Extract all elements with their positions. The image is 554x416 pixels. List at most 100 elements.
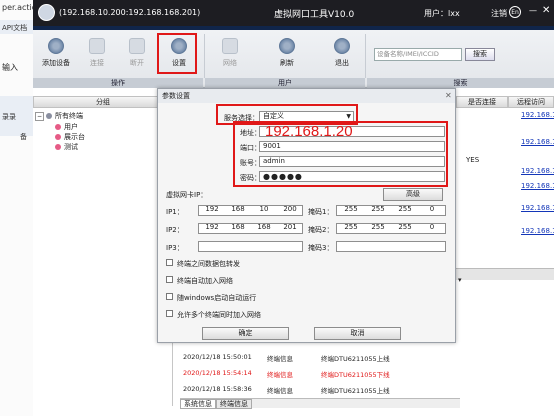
mask3-field[interactable]: [336, 241, 446, 252]
mask2-octet: 255: [371, 223, 385, 231]
ip2-octet: 201: [283, 223, 297, 231]
close-icon[interactable]: ✕: [542, 5, 550, 16]
window-title: (192.168.10.200:192.168.168.201): [59, 8, 201, 17]
disconnect-label: 断开: [130, 59, 144, 67]
log-time: 2020/12/18 15:50:01: [183, 353, 252, 361]
log-time: 2020/12/18 15:54:14: [183, 369, 252, 377]
exit-icon: [334, 38, 350, 54]
forward-label: 终端之间数据包转发: [177, 260, 240, 268]
logout-link[interactable]: 注销: [491, 8, 507, 19]
multi-join-label: 允许多个终端同时加入网络: [177, 311, 261, 319]
col-connect-header[interactable]: 是否连接: [456, 96, 508, 108]
connect-label: 连接: [90, 59, 104, 67]
auto-join-checkbox[interactable]: [166, 276, 173, 283]
collapse-icon[interactable]: −: [35, 112, 45, 121]
mask2-label: 掩码2：: [308, 226, 334, 234]
app-logo-icon: [38, 4, 55, 21]
remote-link[interactable]: 192.168.1: [521, 182, 554, 190]
tree-item[interactable]: 测试: [55, 142, 78, 152]
log-message: 终端DTU6211055上线: [321, 355, 390, 363]
vnic-label: 虚拟网卡IP：: [166, 191, 208, 199]
close-icon[interactable]: ✕: [445, 91, 452, 100]
ip1-octet: 192: [205, 205, 219, 213]
ip2-octet: 192: [205, 223, 219, 231]
tree-root-label: 所有终端: [55, 112, 84, 120]
link-icon: [89, 38, 105, 54]
ip3-label: IP3：: [166, 244, 184, 252]
disconnect-button[interactable]: 断开: [119, 38, 155, 76]
search-button[interactable]: 搜索: [465, 48, 495, 61]
exit-label: 退出: [335, 59, 349, 67]
title-bar: (192.168.10.200:192.168.168.201) 虚拟网口工具V…: [33, 0, 554, 26]
tree-item-label: 测试: [64, 143, 78, 151]
mask3-label: 掩码3：: [308, 244, 334, 252]
ip2-octet: 168: [231, 223, 245, 231]
language-button[interactable]: En: [509, 6, 521, 18]
log-type: 终端信息: [267, 355, 293, 363]
cancel-button[interactable]: 取消: [314, 327, 401, 340]
tab-system-info[interactable]: 系统信息: [180, 399, 216, 409]
remote-link[interactable]: 192.168.1: [521, 227, 554, 235]
add-device-icon: [48, 38, 64, 54]
server-fields-highlight: [233, 121, 448, 187]
autostart-label: 随windows启动自动运行: [177, 294, 257, 302]
group-user-label: 用户: [205, 78, 365, 88]
network-button[interactable]: 网络: [212, 38, 248, 76]
connected-value: YES: [466, 156, 480, 164]
remote-link[interactable]: 192.168.1: [521, 167, 554, 175]
minimize-icon[interactable]: —: [529, 6, 537, 15]
tree-root[interactable]: − 所有终端: [35, 111, 83, 121]
log-message: 终端DTU6211055上线: [321, 387, 390, 395]
group-icon: [55, 144, 61, 150]
toolbar-divider: [204, 34, 205, 78]
refresh-label: 刷新: [280, 59, 294, 67]
user-label: 用户：lxx: [424, 9, 460, 18]
side-fragment: 录录: [2, 113, 16, 121]
table-scrollbar[interactable]: [456, 268, 554, 280]
remote-link[interactable]: 192.168.1: [521, 111, 554, 119]
log-time: 2020/12/18 15:58:36: [183, 385, 252, 393]
ip1-octet: 10: [259, 205, 269, 213]
mask1-octet: 255: [344, 205, 358, 213]
browser-side-strip: per.actio API文档 输入 录录 备: [0, 0, 33, 416]
group-icon: [55, 124, 61, 130]
network-label: 网络: [223, 59, 237, 67]
group-search-label: 搜索: [367, 78, 554, 88]
connect-button[interactable]: 连接: [79, 38, 115, 76]
refresh-button[interactable]: 刷新: [269, 38, 305, 76]
ip1-octet: 200: [283, 205, 297, 213]
auto-join-label: 终端自动加入网络: [177, 277, 233, 285]
tree-header: 分组: [33, 96, 173, 108]
mask2-octet: 255: [398, 223, 412, 231]
remote-link[interactable]: 192.168.1: [521, 204, 554, 212]
log-type: 终端信息: [267, 387, 293, 395]
advanced-button[interactable]: 高级: [383, 188, 443, 201]
ip2-label: IP2：: [166, 226, 184, 234]
mask1-octet: 255: [371, 205, 385, 213]
remote-link[interactable]: 192.168.1: [521, 138, 554, 146]
tree-item[interactable]: 用户: [55, 122, 78, 132]
refresh-icon: [279, 38, 295, 54]
exit-button[interactable]: 退出: [324, 38, 360, 76]
mask2-octet: 0: [429, 223, 435, 231]
url-fragment: per.actio: [2, 3, 33, 12]
ip1-label: IP1：: [166, 208, 184, 216]
ip3-field[interactable]: [198, 241, 303, 252]
multi-join-checkbox[interactable]: [166, 310, 173, 317]
autostart-checkbox[interactable]: [166, 293, 173, 300]
ok-button[interactable]: 确定: [202, 327, 289, 340]
log-type: 终端信息: [267, 371, 293, 379]
add-device-button[interactable]: 添加设备: [38, 38, 74, 76]
search-input[interactable]: 设备名称/IMEI/ICCID: [374, 48, 462, 61]
tab-fragment: API文档: [2, 24, 28, 32]
tree-item[interactable]: 展示台: [55, 132, 85, 142]
group-tree: − 所有终端 用户 展示台 测试: [33, 108, 173, 406]
toolbar-divider: [365, 34, 366, 78]
folder-icon: [46, 113, 53, 119]
col-remote-header[interactable]: 远程访问: [508, 96, 554, 108]
chevron-down-icon[interactable]: ▾: [458, 276, 462, 284]
toolbar: 添加设备 连接 断开 设置 网络 刷新 退出 设备名称/IMEI/ICCID 搜…: [33, 30, 554, 88]
tab-terminal-info[interactable]: 终端信息: [216, 399, 252, 409]
forward-checkbox[interactable]: [166, 259, 173, 266]
unlink-icon: [129, 38, 145, 54]
